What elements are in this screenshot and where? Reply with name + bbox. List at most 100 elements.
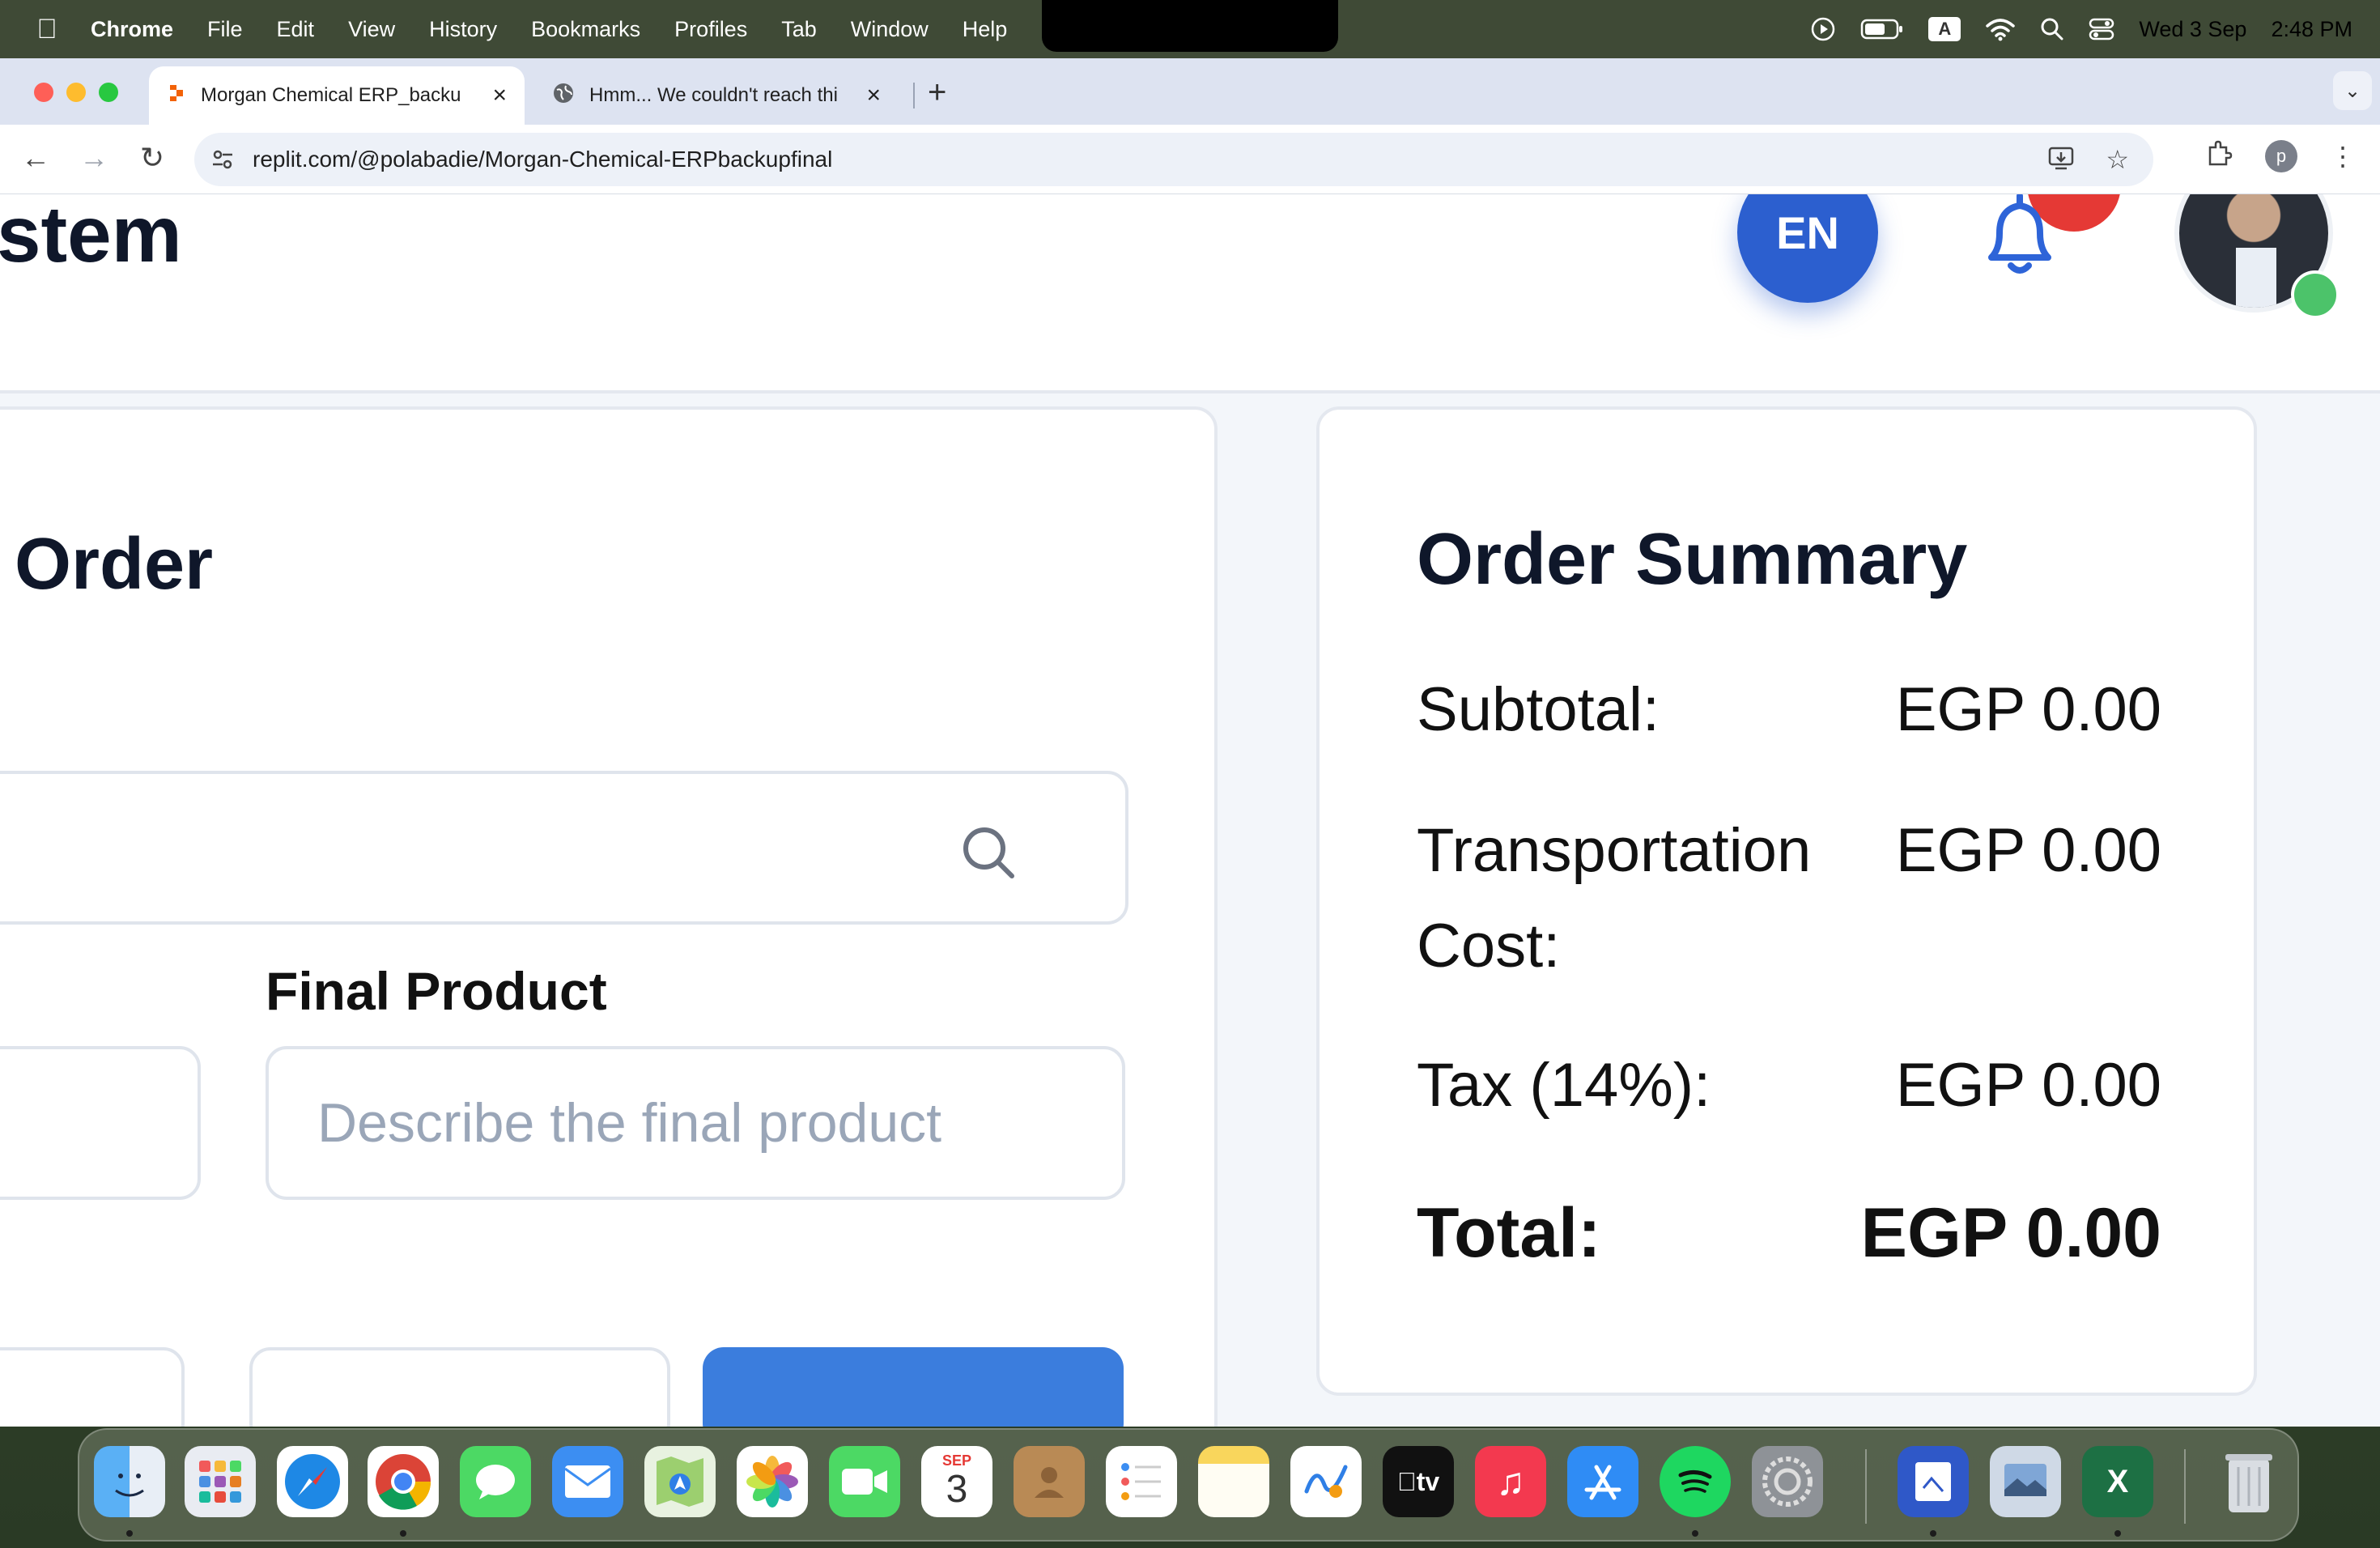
app-header: stem EN	[0, 194, 2380, 393]
running-indicator	[126, 1530, 133, 1537]
trash-icon[interactable]	[2213, 1446, 2284, 1517]
forward-icon[interactable]: →	[78, 141, 110, 175]
language-toggle-button[interactable]: EN	[1737, 194, 1878, 303]
control-center-icon[interactable]	[2089, 17, 2114, 41]
summary-row-tax: Tax (14%): EGP 0.00	[1417, 1038, 2161, 1133]
running-indicator	[2114, 1530, 2121, 1537]
spotlight-search-icon[interactable]	[2040, 17, 2064, 41]
music-icon[interactable]: ♫	[1475, 1446, 1546, 1517]
wifi-icon[interactable]	[1985, 17, 2016, 41]
more-options-icon[interactable]: ⋮	[2330, 141, 2356, 172]
menubar-date[interactable]: Wed 3 Sep	[2139, 17, 2246, 42]
menubar-time[interactable]: 2:48 PM	[2271, 17, 2352, 42]
web-page: stem EN Order Final Product Describe the…	[0, 194, 2380, 1427]
product-search-input[interactable]	[0, 771, 1128, 925]
app-store-icon[interactable]	[1567, 1446, 1638, 1517]
notes-icon[interactable]	[1198, 1446, 1269, 1517]
battery-icon[interactable]	[1860, 18, 1904, 40]
close-tab-icon[interactable]: ×	[866, 82, 881, 109]
globe-icon	[552, 82, 575, 110]
secondary-button[interactable]	[0, 1347, 185, 1427]
reload-icon[interactable]: ↻	[136, 141, 168, 175]
order-summary-title: Order Summary	[1417, 519, 1968, 600]
summary-row-subtotal: Subtotal: EGP 0.00	[1417, 662, 2161, 758]
summary-value: EGP 0.00	[1895, 816, 2161, 885]
safari-icon[interactable]	[277, 1446, 348, 1517]
dock-separator	[2184, 1449, 2186, 1524]
keyboard-input-icon[interactable]: A	[1928, 17, 1961, 41]
status-area: A Wed 3 Sep 2:48 PM	[1810, 0, 2352, 58]
menu-history[interactable]: History	[429, 17, 497, 42]
dock-separator	[1865, 1449, 1867, 1524]
camera-notch	[1042, 0, 1338, 52]
new-tab-icon[interactable]: +	[928, 74, 946, 111]
launchpad-icon[interactable]	[185, 1446, 256, 1517]
profile-avatar[interactable]: p	[2265, 140, 2297, 172]
bookmark-star-icon[interactable]: ☆	[2106, 144, 2129, 178]
install-app-icon[interactable]	[2047, 144, 2075, 178]
address-bar[interactable]: replit.com/@polabadie/Morgan-Chemical-ER…	[194, 133, 2153, 186]
omnibox-actions: ☆	[2047, 144, 2129, 178]
extensions-icon[interactable]	[2205, 139, 2233, 173]
mail-icon[interactable]	[552, 1446, 623, 1517]
preview-icon[interactable]	[1898, 1446, 1969, 1517]
menu-file[interactable]: File	[207, 17, 243, 42]
final-product-input[interactable]	[266, 1046, 1125, 1200]
photo-library-icon[interactable]	[1990, 1446, 2061, 1517]
menu-tab[interactable]: Tab	[781, 17, 817, 42]
close-tab-icon[interactable]: ×	[492, 82, 507, 109]
chrome-icon[interactable]	[368, 1446, 439, 1517]
total-value: EGP 0.00	[1860, 1194, 2161, 1272]
photos-icon[interactable]	[737, 1446, 808, 1517]
play-icon[interactable]	[1810, 16, 1836, 42]
contacts-icon[interactable]	[1014, 1446, 1085, 1517]
primary-button[interactable]	[703, 1347, 1124, 1427]
summary-value: EGP 0.00	[1895, 1051, 2161, 1120]
tab-title: Morgan Chemical ERP_backu	[201, 84, 461, 106]
reminders-icon[interactable]	[1106, 1446, 1177, 1517]
secondary-button[interactable]	[249, 1347, 670, 1427]
finder-icon[interactable]	[94, 1446, 165, 1517]
calendar-icon[interactable]: SEP 3	[921, 1446, 992, 1517]
apple-icon[interactable]: 	[31, 14, 63, 45]
order-form-card: Order Final Product	[0, 406, 1218, 1427]
tab-error-page[interactable]: Hmm... We couldn't reach thi ×	[534, 66, 899, 125]
fullscreen-window-button[interactable]	[99, 83, 118, 102]
messages-icon[interactable]	[460, 1446, 531, 1517]
close-window-button[interactable]	[34, 83, 53, 102]
final-product-label: Final Product	[266, 961, 607, 1021]
search-icon[interactable]	[960, 824, 1017, 881]
tab-title: Hmm... We couldn't reach thi	[589, 84, 838, 106]
system-settings-icon[interactable]	[1752, 1446, 1823, 1517]
minimize-window-button[interactable]	[66, 83, 86, 102]
menu-help[interactable]: Help	[963, 17, 1008, 42]
excel-icon[interactable]: X	[2082, 1446, 2153, 1517]
site-settings-icon[interactable]	[209, 146, 236, 173]
chevron-down-icon[interactable]: ⌄	[2333, 71, 2372, 110]
menu-app-name[interactable]: Chrome	[91, 17, 173, 42]
toolbar-actions: p ⋮	[2205, 139, 2356, 173]
avatar-shirt	[2236, 248, 2276, 308]
menu-window[interactable]: Window	[851, 17, 929, 42]
bell-icon[interactable]	[1975, 194, 2064, 283]
menu-profiles[interactable]: Profiles	[674, 17, 747, 42]
freeform-icon[interactable]	[1290, 1446, 1362, 1517]
menu-view[interactable]: View	[348, 17, 395, 42]
menu-bookmarks[interactable]: Bookmarks	[531, 17, 640, 42]
apple-tv-icon[interactable]: tv	[1383, 1446, 1454, 1517]
dock: SEP 3 tv ♫ X	[78, 1428, 2299, 1542]
back-icon[interactable]: ←	[19, 141, 52, 175]
facetime-icon[interactable]	[829, 1446, 900, 1517]
summary-label: Subtotal:	[1417, 675, 1660, 744]
spotify-icon[interactable]	[1660, 1446, 1731, 1517]
maps-icon[interactable]	[644, 1446, 716, 1517]
online-status-indicator	[2291, 270, 2340, 319]
previous-field-input[interactable]	[0, 1046, 201, 1200]
menu-edit[interactable]: Edit	[277, 17, 315, 42]
calendar-month: SEP	[941, 1452, 972, 1469]
tab-morgan-chemical[interactable]: Morgan Chemical ERP_backu ×	[149, 66, 525, 125]
total-label: Total:	[1417, 1194, 1601, 1272]
running-indicator	[1930, 1530, 1936, 1537]
order-form-heading: Order	[15, 524, 214, 605]
page-title: stem	[0, 194, 182, 279]
